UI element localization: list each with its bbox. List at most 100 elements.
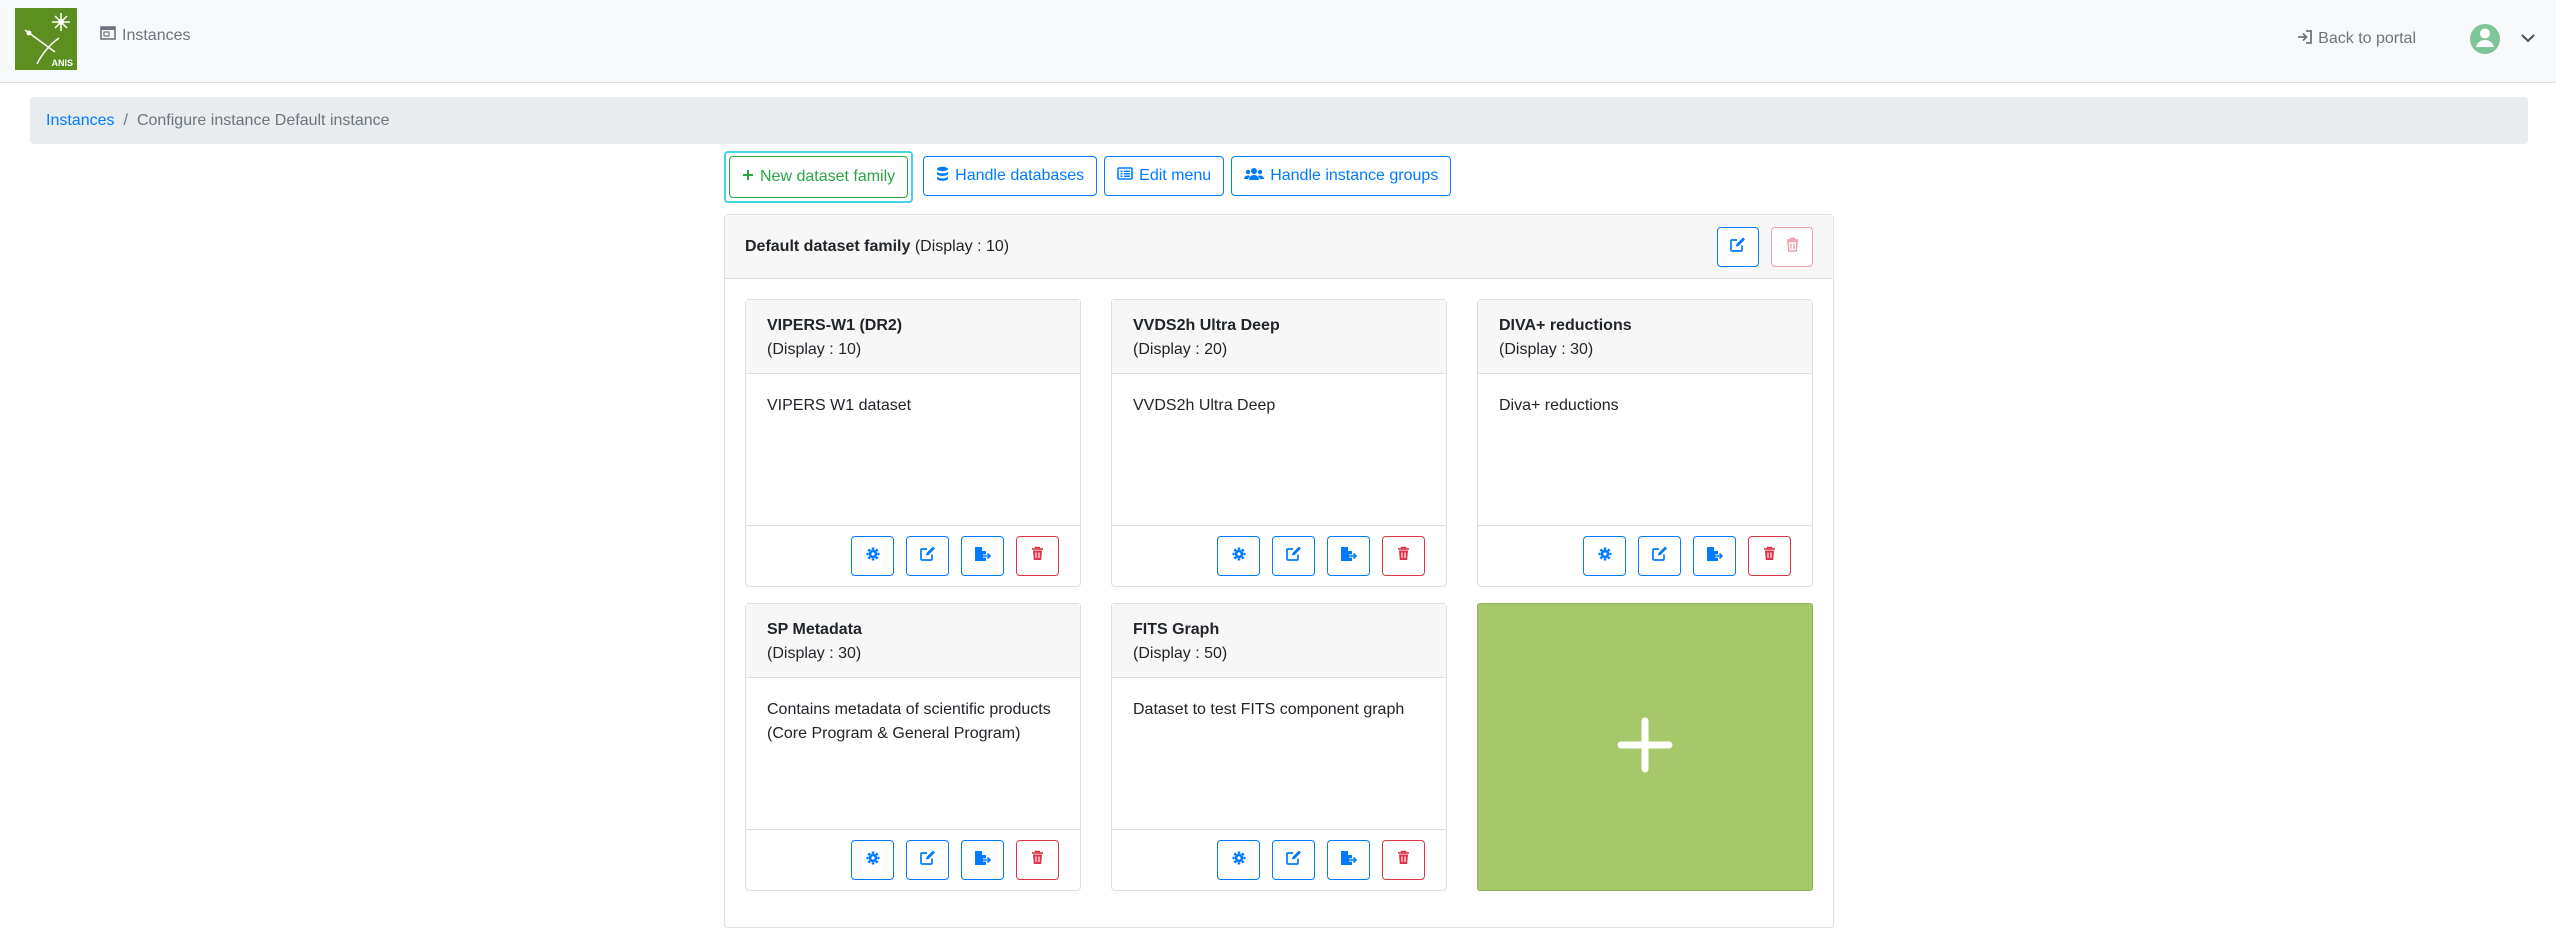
import-dataset-button[interactable] bbox=[961, 840, 1004, 880]
anis-logo[interactable]: ANIS bbox=[15, 8, 77, 70]
configure-dataset-button[interactable] bbox=[1583, 536, 1626, 576]
trash-icon bbox=[1031, 850, 1044, 870]
file-import-icon bbox=[1340, 546, 1358, 567]
delete-family-button[interactable] bbox=[1771, 227, 1813, 267]
configure-dataset-button[interactable] bbox=[851, 840, 894, 880]
configure-dataset-button[interactable] bbox=[851, 536, 894, 576]
dataset-title: VIPERS-W1 (DR2) bbox=[767, 317, 903, 334]
dataset-description: VIPERS W1 dataset bbox=[767, 397, 912, 414]
dataset-display: (Display : 30) bbox=[767, 645, 862, 662]
add-dataset-tile[interactable] bbox=[1477, 603, 1813, 891]
dataset-display: (Display : 20) bbox=[1133, 341, 1228, 358]
import-dataset-button[interactable] bbox=[961, 536, 1004, 576]
edit-dataset-button[interactable] bbox=[906, 536, 949, 576]
dataset-description: VVDS2h Ultra Deep bbox=[1133, 397, 1276, 414]
back-to-portal-link[interactable]: Back to portal bbox=[2297, 29, 2416, 49]
user-avatar[interactable] bbox=[2470, 24, 2500, 54]
edit-family-button[interactable] bbox=[1717, 227, 1759, 267]
new-dataset-family-label: New dataset family bbox=[760, 168, 896, 185]
configure-dataset-button[interactable] bbox=[1217, 536, 1260, 576]
trash-icon bbox=[1763, 546, 1776, 566]
dataset-card: SP Metadata (Display : 30) Contains meta… bbox=[745, 603, 1081, 891]
dataset-display: (Display : 50) bbox=[1133, 645, 1228, 662]
dataset-card-footer bbox=[1112, 829, 1446, 890]
edit-dataset-button[interactable] bbox=[906, 840, 949, 880]
list-alt-icon bbox=[1117, 167, 1133, 185]
logo-text: ANIS bbox=[51, 58, 73, 68]
dataset-family-card: Default dataset family (Display : 10) VI… bbox=[724, 214, 1834, 928]
import-dataset-button[interactable] bbox=[1327, 536, 1370, 576]
trash-icon bbox=[1031, 546, 1044, 566]
dataset-description: Dataset to test FITS component graph bbox=[1133, 701, 1405, 718]
nav-instances-link[interactable]: Instances bbox=[100, 26, 190, 45]
edit-dataset-button[interactable] bbox=[1638, 536, 1681, 576]
delete-dataset-button[interactable] bbox=[1382, 840, 1425, 880]
file-import-icon bbox=[974, 850, 992, 871]
dataset-card-header: FITS Graph (Display : 50) bbox=[1112, 604, 1446, 678]
dataset-card-footer bbox=[1478, 525, 1812, 586]
edit-menu-label: Edit menu bbox=[1139, 167, 1212, 184]
import-dataset-button[interactable] bbox=[1693, 536, 1736, 576]
navbar-right: Back to portal bbox=[2297, 0, 2556, 78]
dataset-card: DIVA+ reductions (Display : 30) Diva+ re… bbox=[1477, 299, 1813, 587]
new-dataset-family-button[interactable]: New dataset family bbox=[729, 156, 909, 198]
dataset-card: VIPERS-W1 (DR2) (Display : 10) VIPERS W1… bbox=[745, 299, 1081, 587]
delete-dataset-button[interactable] bbox=[1016, 536, 1059, 576]
dataset-family-header: Default dataset family (Display : 10) bbox=[725, 215, 1833, 279]
handle-instance-groups-label: Handle instance groups bbox=[1270, 167, 1439, 184]
gear-icon bbox=[866, 851, 880, 870]
dataset-title: VVDS2h Ultra Deep bbox=[1133, 317, 1280, 334]
breadcrumb: Instances / Configure instance Default i… bbox=[30, 97, 2528, 144]
trash-icon bbox=[1397, 850, 1410, 870]
plus-icon bbox=[1617, 717, 1673, 778]
delete-dataset-button[interactable] bbox=[1748, 536, 1791, 576]
handle-databases-button[interactable]: Handle databases bbox=[923, 156, 1098, 196]
edit-dataset-button[interactable] bbox=[1272, 536, 1315, 576]
users-icon bbox=[1244, 167, 1265, 186]
back-to-portal-label: Back to portal bbox=[2318, 30, 2416, 47]
dataset-family-display: (Display : 10) bbox=[914, 237, 1010, 255]
gear-icon bbox=[1232, 851, 1246, 870]
dataset-card-footer bbox=[746, 829, 1080, 890]
gear-icon bbox=[1598, 547, 1612, 566]
breadcrumb-instances-link[interactable]: Instances bbox=[46, 112, 114, 130]
dataset-family-title: Default dataset family (Display : 10) bbox=[745, 238, 1009, 256]
configure-dataset-button[interactable] bbox=[1217, 840, 1260, 880]
delete-dataset-button[interactable] bbox=[1382, 536, 1425, 576]
dataset-family-actions bbox=[1717, 227, 1813, 267]
file-import-icon bbox=[1340, 850, 1358, 871]
breadcrumb-current: Configure instance Default instance bbox=[136, 111, 390, 129]
dataset-card: VVDS2h Ultra Deep (Display : 20) VVDS2h … bbox=[1111, 299, 1447, 587]
dataset-card-header: DIVA+ reductions (Display : 30) bbox=[1478, 300, 1812, 374]
user-circle-icon bbox=[2470, 22, 2500, 57]
trash-icon bbox=[1786, 237, 1799, 257]
gear-icon bbox=[866, 547, 880, 566]
edit-icon bbox=[1651, 546, 1668, 566]
dataset-description: Diva+ reductions bbox=[1499, 397, 1619, 414]
dataset-card-header: VIPERS-W1 (DR2) (Display : 10) bbox=[746, 300, 1080, 374]
dataset-card-footer bbox=[746, 525, 1080, 586]
dataset-title: DIVA+ reductions bbox=[1499, 317, 1632, 334]
edit-menu-button[interactable]: Edit menu bbox=[1104, 156, 1225, 196]
sign-in-icon bbox=[2297, 29, 2313, 49]
file-import-icon bbox=[1706, 546, 1724, 567]
dataset-title: FITS Graph bbox=[1133, 621, 1220, 638]
dataset-description: Contains metadata of scientific products… bbox=[767, 701, 1051, 742]
edit-icon bbox=[1285, 850, 1302, 870]
dataset-family-name: Default dataset family bbox=[745, 237, 911, 255]
dataset-display: (Display : 30) bbox=[1499, 341, 1594, 358]
focus-ring: New dataset family bbox=[724, 151, 914, 203]
dataset-card-header: SP Metadata (Display : 30) bbox=[746, 604, 1080, 678]
window-icon bbox=[100, 26, 116, 45]
import-dataset-button[interactable] bbox=[1327, 840, 1370, 880]
top-navbar: ANIS Instances Back to portal bbox=[0, 0, 2556, 83]
handle-instance-groups-button[interactable]: Handle instance groups bbox=[1231, 156, 1452, 196]
edit-icon bbox=[1730, 237, 1746, 257]
nav-instances-label: Instances bbox=[122, 26, 191, 44]
plus-icon bbox=[742, 168, 754, 186]
dataset-display: (Display : 10) bbox=[767, 341, 862, 358]
edit-dataset-button[interactable] bbox=[1272, 840, 1315, 880]
instance-actions: New dataset family Handle databases Edit… bbox=[724, 151, 1452, 203]
delete-dataset-button[interactable] bbox=[1016, 840, 1059, 880]
user-menu-toggle[interactable] bbox=[2510, 24, 2546, 54]
